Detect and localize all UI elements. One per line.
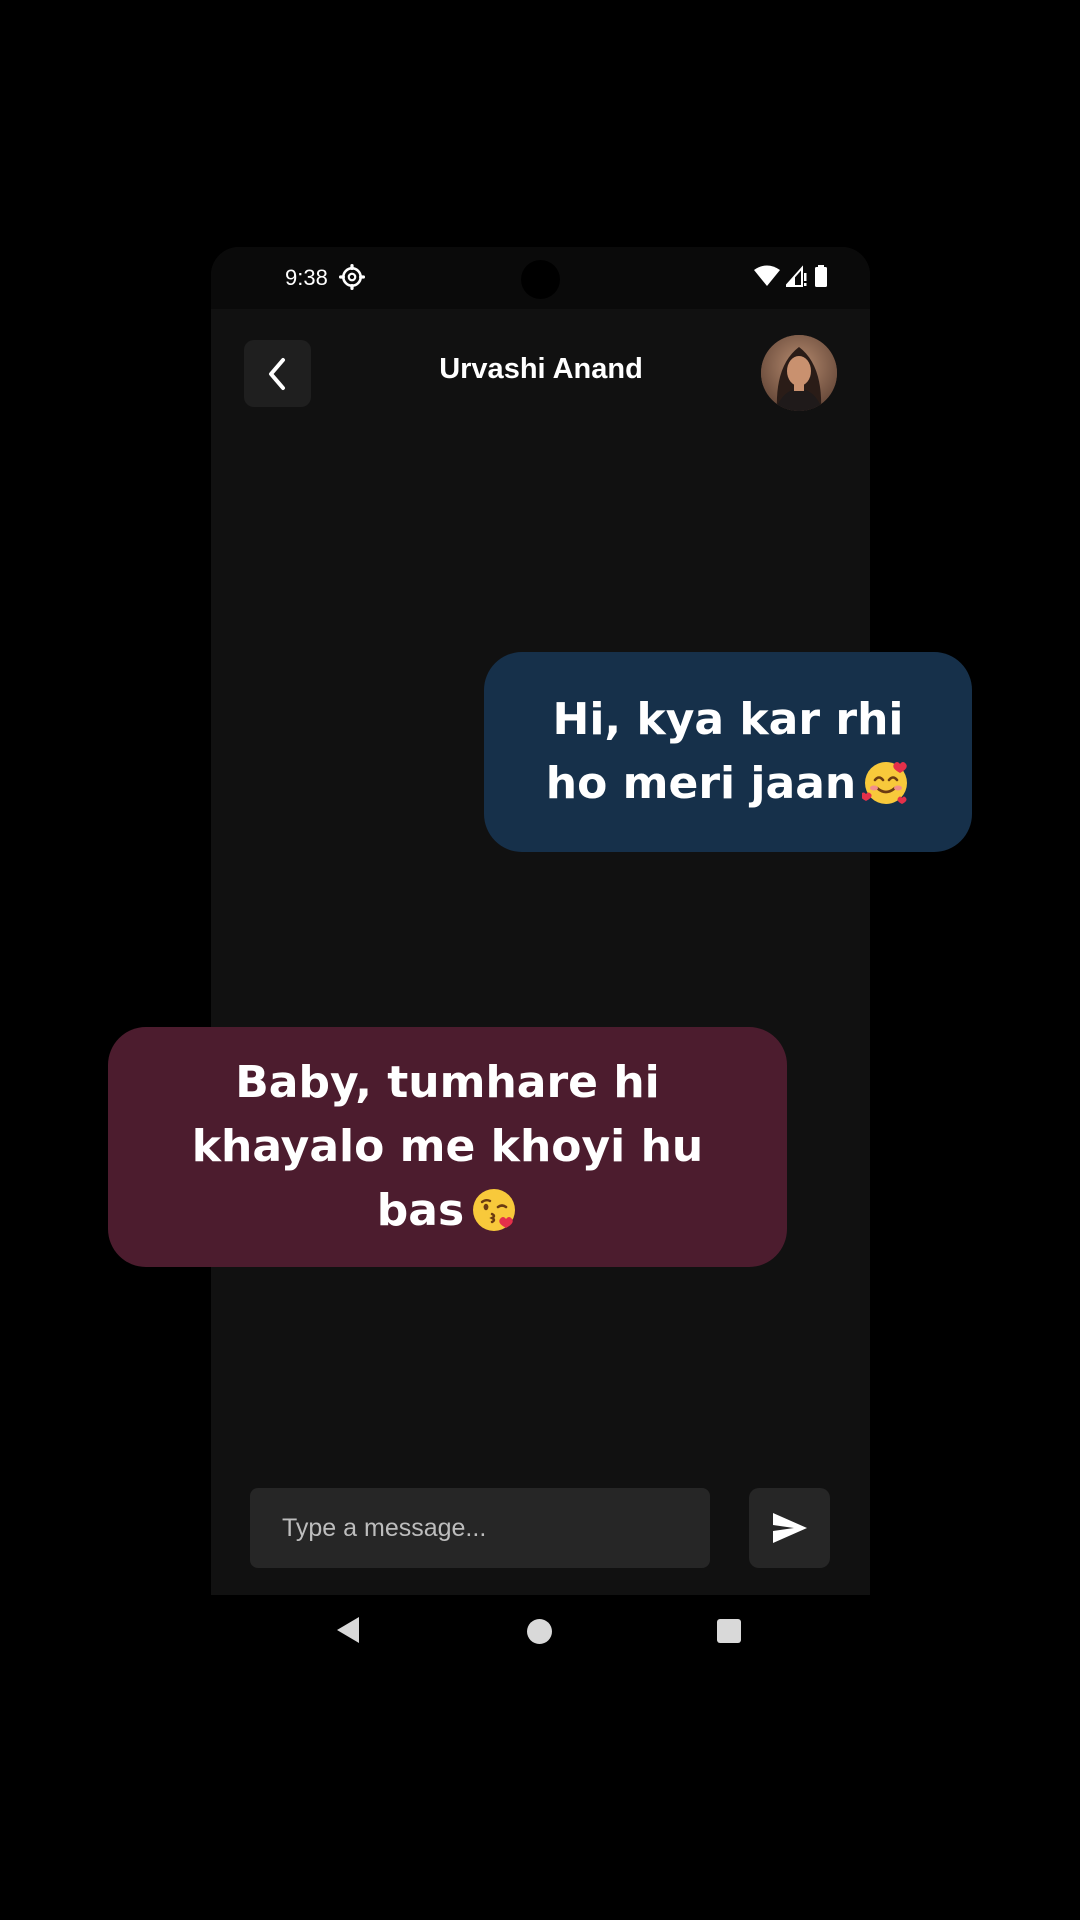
gear-icon xyxy=(339,264,365,290)
chevron-left-icon xyxy=(268,357,285,390)
send-button[interactable] xyxy=(749,1488,830,1568)
status-bar: 9:38 xyxy=(211,247,870,309)
status-icons xyxy=(754,265,828,287)
nav-recents-icon[interactable] xyxy=(717,1619,741,1643)
message-input[interactable] xyxy=(250,1488,710,1568)
screen: 9:38 Urvashi Anand Type a message... Hi,… xyxy=(0,0,1080,1920)
back-button[interactable] xyxy=(244,340,311,407)
wifi-icon xyxy=(754,265,780,286)
message-bubble-sent: Hi, kya kar rhi ho meri jaan xyxy=(484,652,972,852)
face-blowing-kiss-icon xyxy=(473,1189,516,1231)
battery-icon xyxy=(815,265,827,287)
message-bubble-received: Baby, tumhare hi khayalo me khoyi hu bas xyxy=(108,1027,787,1267)
nav-back-icon[interactable] xyxy=(335,1615,361,1645)
signal-icon xyxy=(786,265,807,287)
message-text: Baby, tumhare hi khayalo me khoyi hu bas xyxy=(191,1057,704,1236)
send-icon xyxy=(772,1513,807,1543)
status-time: 9:38 xyxy=(285,265,328,290)
avatar[interactable] xyxy=(761,335,837,411)
chat-screen: 9:38 Urvashi Anand Type a message... xyxy=(211,247,870,1595)
nav-home-icon[interactable] xyxy=(527,1619,552,1644)
smiling-face-with-hearts-icon xyxy=(862,762,908,804)
avatar-photo xyxy=(761,335,837,411)
system-nav-bar xyxy=(211,1595,870,1675)
front-camera xyxy=(521,260,560,299)
contact-name: Urvashi Anand xyxy=(439,353,643,385)
message-text: Hi, kya kar rhi ho meri jaan xyxy=(524,688,932,816)
